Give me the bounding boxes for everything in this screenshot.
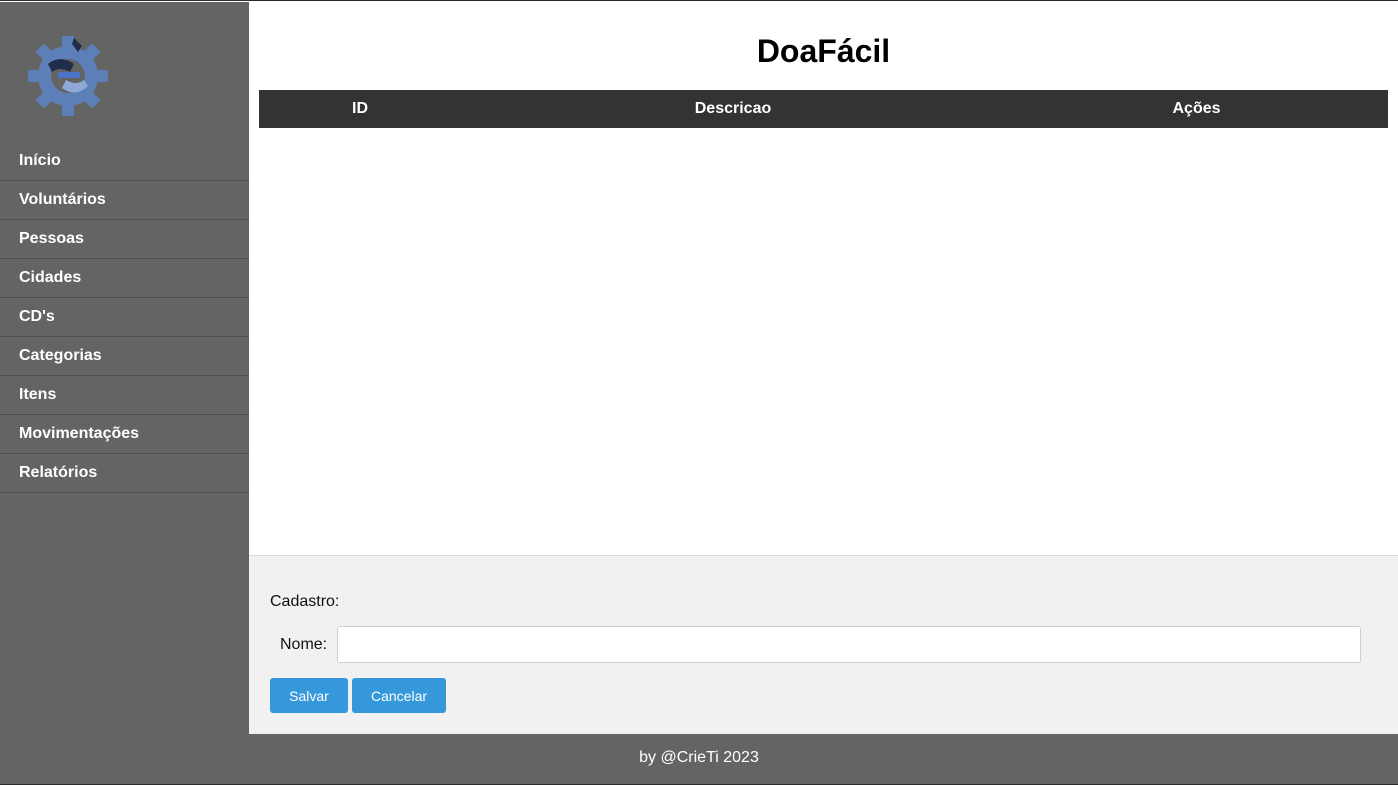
page-title: DoaFácil xyxy=(756,33,891,69)
sidebar: Início Voluntários Pessoas Cidades CD's … xyxy=(0,2,249,734)
nome-input[interactable] xyxy=(337,626,1361,663)
sidebar-item-voluntarios[interactable]: Voluntários xyxy=(0,181,249,220)
sidebar-item-inicio[interactable]: Início xyxy=(0,142,249,181)
sidebar-item-itens[interactable]: Itens xyxy=(0,376,249,415)
table-header: ID Descricao Ações xyxy=(259,90,1388,128)
app-frame: Início Voluntários Pessoas Cidades CD's … xyxy=(0,0,1398,785)
form-title: Cadastro: xyxy=(270,593,340,610)
gear-hands-logo-icon[interactable] xyxy=(26,34,110,118)
column-header-id: ID xyxy=(352,100,368,117)
nome-label: Nome: xyxy=(280,636,328,653)
footer: by @CrieTi 2023 xyxy=(0,734,1398,784)
sidebar-item-relatorios[interactable]: Relatórios xyxy=(0,454,249,493)
sidebar-nav: Início Voluntários Pessoas Cidades CD's … xyxy=(0,142,249,493)
main-content: DoaFácil ID Descricao Ações xyxy=(249,2,1398,555)
sidebar-item-cidades[interactable]: Cidades xyxy=(0,259,249,298)
footer-text: by @CrieTi 2023 xyxy=(639,749,759,766)
sidebar-item-categorias[interactable]: Categorias xyxy=(0,337,249,376)
column-header-descricao: Descricao xyxy=(694,100,772,117)
sidebar-item-movimentacoes[interactable]: Movimentações xyxy=(0,415,249,454)
column-header-acoes: Ações xyxy=(1172,100,1221,117)
cancel-button[interactable]: Cancelar xyxy=(352,678,446,713)
sidebar-item-pessoas[interactable]: Pessoas xyxy=(0,220,249,259)
cadastro-form: Cadastro: Nome: Salvar Cancelar xyxy=(249,555,1398,734)
save-button[interactable]: Salvar xyxy=(270,678,348,713)
sidebar-item-cds[interactable]: CD's xyxy=(0,298,249,337)
